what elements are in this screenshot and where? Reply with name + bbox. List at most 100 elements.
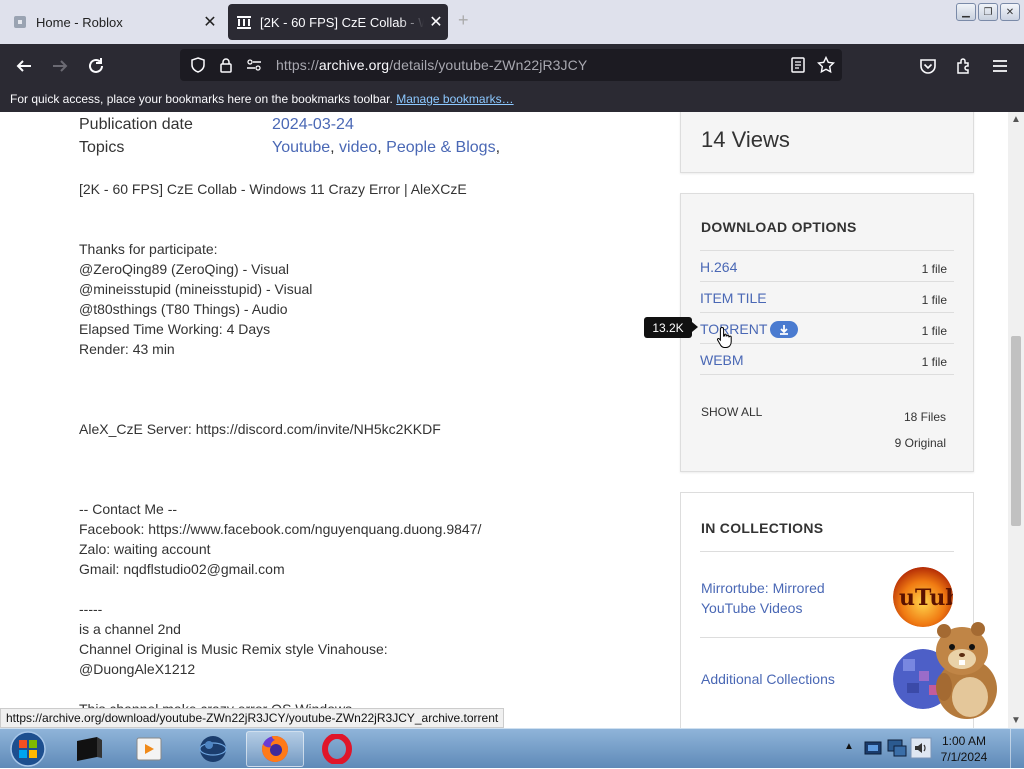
description-line: @DuongAleX1212 <box>79 661 196 677</box>
download-icon[interactable] <box>770 321 798 338</box>
restore-icon[interactable]: ❐ <box>978 3 998 21</box>
download-count-tooltip: 13.2K <box>644 317 698 338</box>
publication-date-label: Publication date <box>79 116 193 133</box>
scroll-thumb[interactable] <box>1011 336 1021 526</box>
download-row-h264[interactable]: H.264 1 file <box>700 250 954 281</box>
bookmark-star-icon[interactable] <box>812 56 840 74</box>
extensions-icon[interactable] <box>950 52 978 80</box>
description-line: Channel Original is Music Remix style Vi… <box>79 641 388 657</box>
download-format-link[interactable]: WEBM <box>700 352 744 368</box>
publication-date-link[interactable]: 2024-03-24 <box>272 116 354 134</box>
collection-item[interactable]: Mirrortube: Mirrored YouTube Videos uTub <box>700 551 954 637</box>
navigation-bar: https://archive.org/details/youtube-ZWn2… <box>0 44 1024 86</box>
hamster-mascot <box>922 617 1002 722</box>
system-clock[interactable]: 1:00 AM 7/1/2024 <box>936 733 992 765</box>
description-line: AleX_CzE Server: https://discord.com/inv… <box>79 421 441 437</box>
media-player-icon[interactable] <box>120 731 178 767</box>
download-format-link[interactable]: ITEM TILE <box>700 290 767 306</box>
download-file-count: 1 file <box>921 355 947 369</box>
description-line: @t80sthings (T80 Things) - Audio <box>79 301 288 317</box>
roblox-favicon-icon <box>12 14 28 30</box>
tab-archive-active[interactable]: [2K - 60 FPS] CzE Collab - Windows 11 Cr… <box>228 4 448 40</box>
topics-list: Youtube, video, People & Blogs, <box>272 139 501 156</box>
new-tab-icon[interactable]: + <box>458 10 469 31</box>
collection-item[interactable]: Additional Collections <box>700 637 954 727</box>
collections-title: IN COLLECTIONS <box>701 520 824 536</box>
tab-roblox-home[interactable]: Home - Roblox ✕ <box>4 4 222 40</box>
download-row-webm[interactable]: WEBM 1 file <box>700 343 954 374</box>
firefox-taskbar-icon[interactable] <box>246 731 304 767</box>
topic-link[interactable]: Youtube <box>272 139 330 156</box>
network-icon[interactable] <box>886 737 908 764</box>
description-line: @mineisstupid (mineisstupid) - Visual <box>79 281 313 297</box>
description-title: [2K - 60 FPS] CzE Collab - Windows 11 Cr… <box>79 181 467 197</box>
permissions-icon[interactable] <box>240 57 268 73</box>
topics-label: Topics <box>79 139 125 156</box>
system-tray: ▲ 1:00 AM 7/1/2024 <box>840 729 1024 769</box>
topic-link[interactable]: video <box>339 139 377 156</box>
collection-link[interactable]: Mirrortube: Mirrored YouTube Videos <box>701 578 851 618</box>
address-bar[interactable]: https://archive.org/details/youtube-ZWn2… <box>180 49 842 81</box>
total-files-count[interactable]: 18 Files <box>904 410 946 424</box>
reload-icon[interactable] <box>82 52 110 80</box>
download-file-count: 1 file <box>921 324 947 338</box>
show-desktop-button[interactable] <box>1010 729 1024 769</box>
pocket-icon[interactable] <box>914 52 942 80</box>
clock-time: 1:00 AM <box>941 734 987 748</box>
original-files-count[interactable]: 9 Original <box>895 436 946 450</box>
show-all-link[interactable]: SHOW ALL <box>701 405 762 419</box>
show-hidden-icons-icon[interactable]: ▲ <box>844 741 854 752</box>
page-content: Publication date 2024-03-24 Topics Youtu… <box>0 112 1008 728</box>
description-line: Render: 43 min <box>79 341 175 357</box>
tab-title: [2K - 60 FPS] CzE Collab - Windows 11 Cr… <box>260 14 424 30</box>
volume-icon[interactable] <box>910 737 932 764</box>
svg-text:uTub: uTub <box>899 585 953 611</box>
topic-link[interactable]: People & Blogs <box>386 139 495 156</box>
tab-bar: Home - Roblox ✕ [2K - 60 FPS] CzE Collab… <box>0 0 1024 44</box>
bookmarks-hint: For quick access, place your bookmarks h… <box>10 92 393 106</box>
scroll-up-icon[interactable]: ▲ <box>1011 114 1021 125</box>
description-line: is a channel 2nd <box>79 621 181 637</box>
description-line: ----- <box>79 601 103 617</box>
download-row-item-tile[interactable]: ITEM TILE 1 file <box>700 281 954 312</box>
opera-icon[interactable] <box>308 731 366 767</box>
page-scrollbar[interactable]: ▲ ▼ <box>1008 112 1024 728</box>
start-orb-icon[interactable] <box>2 730 54 768</box>
description-line: @ZeroQing89 (ZeroQing) - Visual <box>79 261 290 277</box>
back-arrow-icon[interactable] <box>10 52 38 80</box>
url-text[interactable]: https://archive.org/details/youtube-ZWn2… <box>276 57 587 73</box>
description-line: Elapsed Time Working: 4 Days <box>79 321 271 337</box>
archive-favicon-icon <box>236 14 252 30</box>
close-tab-icon[interactable]: ✕ <box>424 12 448 32</box>
views-count: 14 Views <box>701 127 790 152</box>
shield-icon[interactable] <box>184 57 212 73</box>
download-options-title: DOWNLOAD OPTIONS <box>701 219 857 235</box>
tray-device-icon[interactable] <box>862 737 884 764</box>
collection-link[interactable]: Additional Collections <box>701 669 835 689</box>
taskbar-app-icon[interactable] <box>60 731 118 767</box>
download-row-torrent[interactable]: TORRENT 1 file <box>700 312 954 343</box>
close-window-icon[interactable]: ✕ <box>1000 3 1020 21</box>
link-status-url: https://archive.org/download/youtube-ZWn… <box>0 708 505 728</box>
close-tab-icon[interactable]: ✕ <box>198 12 222 32</box>
description-line: Facebook: https://www.facebook.com/nguye… <box>79 521 482 537</box>
menu-hamburger-icon[interactable] <box>986 52 1014 80</box>
description-line: Zalo: waiting account <box>79 541 211 557</box>
hand-cursor-icon <box>716 326 734 353</box>
download-file-count: 1 file <box>921 293 947 307</box>
forward-arrow-icon[interactable] <box>46 52 74 80</box>
download-format-link[interactable]: H.264 <box>700 259 737 275</box>
reader-view-icon[interactable] <box>784 57 812 73</box>
globe-app-icon[interactable] <box>184 731 242 767</box>
lock-icon[interactable] <box>212 57 240 73</box>
scroll-down-icon[interactable]: ▼ <box>1011 715 1021 726</box>
clock-date: 7/1/2024 <box>940 750 988 764</box>
manage-bookmarks-link[interactable]: Manage bookmarks… <box>396 92 513 106</box>
description-line: -- Contact Me -- <box>79 501 178 517</box>
bookmarks-toolbar: For quick access, place your bookmarks h… <box>0 86 1024 112</box>
download-file-count: 1 file <box>921 262 947 276</box>
minimize-icon[interactable]: ▁ <box>956 3 976 21</box>
views-panel: 14 Views <box>680 112 974 173</box>
description-line: Thanks for participate: <box>79 241 218 257</box>
window-controls: ▁ ❐ ✕ <box>956 3 1020 21</box>
